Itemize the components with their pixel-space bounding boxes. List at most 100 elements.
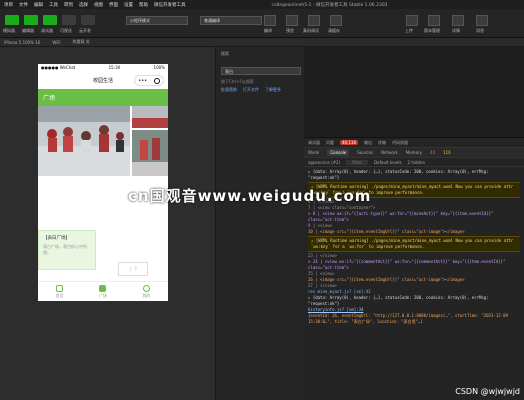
tab-mine-label: 我的 [142, 293, 151, 298]
visual-label: 可视化 [60, 28, 72, 33]
watermark-text: cn国观音www.weigudu.com [128, 187, 372, 205]
simulator-button[interactable] [5, 15, 19, 25]
console-warning: ⚠ [WXML Runtime warning] ./pages/mine_my… [308, 236, 520, 252]
preview-label: 预览 [286, 28, 294, 33]
tab-square-label: 广场 [98, 293, 107, 298]
photo-gallery [38, 106, 168, 176]
menu-item-view[interactable]: 视图 [94, 2, 103, 8]
remote-debug-label: 真机调试 [303, 28, 319, 33]
search-input[interactable]: 表白 [221, 67, 301, 75]
tab-wxml[interactable]: Wxml [308, 150, 319, 155]
visual-button[interactable] [62, 15, 76, 25]
network-select[interactable]: WiFi [52, 40, 60, 45]
card-title: 【表白广场】 [43, 236, 70, 241]
gallery-photos[interactable] [38, 106, 168, 176]
tab-sources[interactable]: Sources [357, 150, 373, 155]
card-description: 表白广场，表白你心中所想。 [43, 244, 87, 255]
tab-network[interactable]: Network [381, 150, 398, 155]
replace-link[interactable]: 批量替换 [221, 87, 237, 93]
menu-item-tools[interactable]: 工具 [49, 2, 58, 8]
tab-mine[interactable]: 我的 [142, 285, 150, 299]
phone-simulator: ●●●●● WeChat 15:30 100% 校园生活 ••• 广场 【表白广… [38, 64, 168, 301]
menu-item-ui[interactable]: 界面 [109, 2, 118, 8]
phone-nav-bar: 校园生活 ••• [38, 71, 168, 89]
menu-item-select[interactable]: 选择 [79, 2, 88, 8]
menu-item-devtools[interactable]: 微信开发者工具 [154, 2, 186, 8]
tab-debugger[interactable]: 调试器 [308, 140, 320, 146]
devtools-tabs: Wxml Console Sources Network Memory 40 1… [304, 148, 524, 158]
menu-item-file[interactable]: 文件 [19, 2, 28, 8]
levels-select[interactable]: Default levels [374, 160, 401, 165]
search-panel-label: 搜索 [221, 51, 229, 56]
open-file-link[interactable]: 打开文件 [243, 87, 259, 93]
upload-button[interactable] [406, 15, 418, 26]
version-label: 版本管理 [424, 28, 440, 33]
tab-terminal[interactable]: 终端 [378, 140, 386, 146]
editor-button[interactable] [24, 15, 38, 25]
debugger-tabs: 调试器 问题 40,116 输出 终端 代码质量 [304, 138, 524, 148]
debugger-button[interactable] [43, 15, 57, 25]
console-filter-bar: appservice (#2) Filter Default levels 2 … [304, 158, 524, 167]
code-line: 10 | <image src="{{item.eventImgUrl}}" c… [308, 229, 465, 234]
editor-label: 编辑器 [22, 28, 34, 33]
tab-square[interactable]: 广场 [99, 285, 107, 299]
context-select[interactable]: appservice (#2) [308, 160, 340, 165]
console-line: ▸ {data: Array(0), header: {…}, statusCo… [308, 169, 489, 180]
tab-console[interactable]: Console [327, 149, 350, 156]
menu-item-goto[interactable]: 转到 [64, 2, 73, 8]
page-header: 广场 [38, 89, 168, 106]
confession-card[interactable]: 【表白广场】 表白广场，表白你心中所想。 [38, 230, 96, 270]
details-button[interactable] [452, 15, 464, 26]
tab-problems[interactable]: 问题 [326, 140, 334, 146]
error-count[interactable]: 40 [430, 150, 435, 155]
clear-cache-label: 清缓存 [328, 28, 340, 33]
code-line: > 8 | <view wx:if="{{acti.type}}" wx:for… [308, 211, 494, 222]
filter-input[interactable]: Filter [346, 159, 369, 165]
tab-home-label: 首页 [55, 293, 64, 298]
status-time: 15:30 [108, 65, 121, 70]
code-line: > 24 | <view wx:if="{{commentAct}}" wx:f… [308, 259, 506, 270]
tab-output[interactable]: 输出 [364, 140, 372, 146]
menu-bar: 项目 文件 编辑 工具 转到 选择 视图 界面 设置 帮助 微信开发者工具 co… [0, 0, 524, 9]
close-circle-icon[interactable] [153, 77, 160, 84]
hidden-count: 2 hidden [407, 159, 426, 165]
menu-item-help[interactable]: 帮助 [139, 2, 148, 8]
clear-cache-button[interactable] [330, 15, 342, 26]
preview-button[interactable] [286, 15, 298, 26]
debugger-label: 调试器 [41, 28, 53, 33]
simulator-subbar: iPhone 5 100% 16 WiFi 热重载 关 [0, 38, 524, 47]
more-icon[interactable]: ••• [138, 78, 147, 84]
console-line: ▸ {data: Array(0), header: {…}, statusCo… [308, 295, 489, 306]
messages-button[interactable] [476, 15, 488, 26]
scroll-buttons[interactable]: 上 下 [118, 262, 148, 276]
tab-code-quality[interactable]: 代码质量 [392, 140, 408, 146]
panel-links: 批量替换 打开文件 了解更多 [221, 87, 281, 93]
warning-count[interactable]: 116 [443, 150, 451, 155]
messages-label: 消息 [476, 28, 484, 33]
square-icon [99, 285, 107, 292]
search-hint: 按下Ctrl+F以搜索 [221, 79, 254, 84]
editor-area[interactable] [304, 47, 524, 137]
compile-label: 编译 [264, 28, 272, 33]
tab-bar: 首页 广场 我的 [38, 281, 168, 301]
version-button[interactable] [428, 15, 440, 26]
search-panel: 搜索 表白 按下Ctrl+F以搜索 批量替换 打开文件 了解更多 [215, 47, 304, 400]
tab-memory[interactable]: Memory [406, 150, 422, 155]
user-icon [142, 285, 150, 292]
remote-debug-button[interactable] [308, 15, 320, 26]
window-title: collegeonlineh5-1 - 微信开发者工具 Stable 1.06.… [271, 2, 388, 8]
tab-home[interactable]: 首页 [56, 285, 64, 299]
menu-item-settings[interactable]: 设置 [124, 2, 133, 8]
menu-item-edit[interactable]: 编辑 [34, 2, 43, 8]
mode-select[interactable]: 小程序模式 [126, 16, 188, 25]
learn-more-link[interactable]: 了解更多 [265, 87, 281, 93]
capsule-menu[interactable]: ••• [134, 75, 164, 86]
error-count-badge: 40,116 [340, 140, 358, 145]
hot-reload-toggle[interactable]: 热重载 关 [73, 39, 90, 45]
menu-item-project[interactable]: 项目 [4, 2, 13, 8]
device-select[interactable]: iPhone 5 100% 16 [4, 40, 40, 45]
cloud-button[interactable] [81, 15, 95, 25]
compile-button[interactable] [264, 15, 276, 26]
simulator-label: 模拟器 [3, 28, 15, 33]
compile-select[interactable]: 普通编译 [200, 16, 262, 25]
